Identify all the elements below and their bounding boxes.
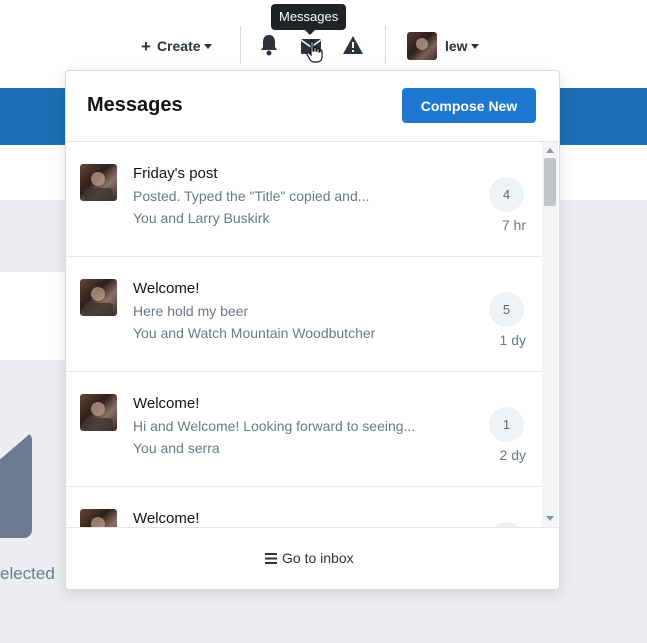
background-label: elected (0, 564, 55, 583)
user-avatar (407, 32, 437, 60)
conversation-title[interactable]: Friday's post (133, 165, 218, 182)
page: + Create lew Messages elected Messages C… (0, 0, 647, 643)
scroll-down-arrow-icon[interactable] (546, 516, 554, 521)
hand-cursor-icon (306, 40, 323, 63)
sender-avatar[interactable] (80, 509, 117, 527)
conversation-participants: You and Larry Buskirk (133, 210, 270, 226)
reply-count-badge: 5 (489, 292, 524, 327)
compose-new-button[interactable]: Compose New (402, 88, 536, 123)
sender-avatar[interactable] (80, 164, 117, 201)
messages-title: Messages (87, 94, 183, 116)
go-to-inbox-link[interactable]: Go to inbox (265, 550, 354, 566)
messages-dropdown: Messages Compose New Friday's post Poste… (65, 70, 560, 590)
scrollbar-thumb[interactable] (544, 158, 556, 206)
messages-dropdown-header: Messages Compose New (66, 71, 559, 142)
messages-dropdown-footer: Go to inbox (66, 527, 559, 589)
warnings-button[interactable] (342, 34, 364, 56)
conversation-item[interactable]: Welcome! Here hold my beer You and Watch… (66, 257, 542, 372)
caret-down-icon (203, 43, 212, 49)
messages-button[interactable] (300, 34, 323, 63)
reply-count-badge: 4 (489, 177, 524, 212)
conversation-preview: Hi and Welcome! Looking forward to seein… (133, 418, 416, 434)
create-menu-button[interactable]: + Create (141, 35, 212, 57)
warning-icon (343, 36, 363, 54)
conversation-item[interactable]: Welcome! (66, 487, 542, 527)
messages-tooltip: Messages (271, 4, 347, 35)
conversation-title[interactable]: Welcome! (133, 510, 199, 527)
conversation-item[interactable]: Welcome! Hi and Welcome! Looking forward… (66, 372, 542, 487)
username-label: lew (445, 38, 468, 54)
user-menu-button[interactable]: lew (407, 32, 479, 60)
conversation-item[interactable]: Friday's post Posted. Typed the "Title" … (66, 142, 542, 257)
scroll-up-arrow-icon[interactable] (546, 148, 554, 153)
conversation-list-scrollbar[interactable] (542, 142, 558, 527)
bell-icon (261, 35, 277, 56)
reply-count-badge: 1 (489, 407, 524, 442)
conversation-participants: You and Watch Mountain Woodbutcher (133, 325, 376, 341)
nav-divider (240, 26, 241, 64)
sender-avatar[interactable] (80, 394, 117, 431)
conversation-time: 1 dy (499, 332, 526, 348)
caret-down-icon (470, 43, 479, 49)
conversation-title[interactable]: Welcome! (133, 395, 199, 412)
conversation-time: 7 hr (501, 217, 526, 233)
notifications-button[interactable] (258, 34, 280, 56)
nav-divider (385, 26, 386, 64)
conversation-preview: Here hold my beer (133, 303, 249, 319)
list-bars-icon (265, 552, 277, 564)
conversation-time: 2 dy (499, 447, 526, 463)
plus-icon: + (141, 36, 151, 56)
conversation-list: Friday's post Posted. Typed the "Title" … (66, 142, 542, 527)
conversation-participants: You and serra (133, 440, 220, 456)
go-to-inbox-label: Go to inbox (282, 550, 354, 566)
conversation-title[interactable]: Welcome! (133, 280, 199, 297)
create-label: Create (156, 38, 201, 54)
sender-avatar[interactable] (80, 279, 117, 316)
conversation-preview: Posted. Typed the "Title" copied and... (133, 188, 370, 204)
